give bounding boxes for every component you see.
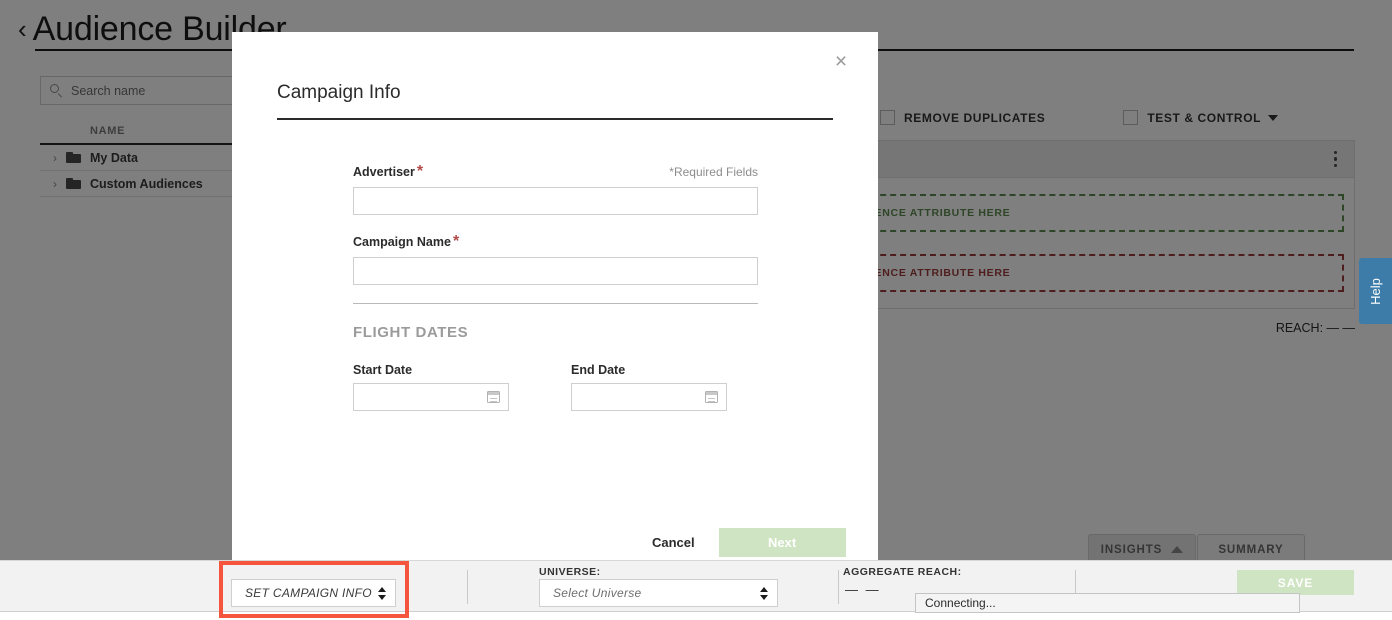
campaign-info-form: Advertiser * *Required Fields Campaign Na… bbox=[353, 163, 758, 411]
set-campaign-info-select[interactable]: SET CAMPAIGN INFO bbox=[231, 579, 396, 607]
modal-title-divider bbox=[277, 118, 833, 120]
start-date-input[interactable] bbox=[353, 383, 509, 411]
close-icon[interactable]: × bbox=[828, 48, 854, 74]
cancel-button[interactable]: Cancel bbox=[652, 535, 719, 550]
advertiser-label-row: Advertiser * *Required Fields bbox=[353, 163, 758, 181]
required-asterisk: * bbox=[452, 233, 460, 250]
campaign-name-label-row: Campaign Name * bbox=[353, 233, 758, 251]
universe-value: Select Universe bbox=[553, 586, 642, 600]
help-tab-label: Help bbox=[1368, 277, 1383, 305]
campaign-name-label: Campaign Name bbox=[353, 235, 451, 249]
required-asterisk: * bbox=[416, 163, 424, 180]
start-date-label: Start Date bbox=[353, 363, 413, 377]
flight-dates-row: Start Date End Date bbox=[353, 363, 758, 411]
end-date-label: End Date bbox=[571, 363, 626, 377]
universe-select[interactable]: Select Universe bbox=[539, 579, 778, 607]
end-date-field: End Date bbox=[571, 363, 727, 411]
start-date-field: Start Date bbox=[353, 363, 509, 411]
advertiser-label: Advertiser bbox=[353, 165, 415, 179]
status-toast: Connecting... bbox=[915, 593, 1300, 613]
advertiser-input[interactable] bbox=[353, 187, 758, 215]
campaign-info-modal: × Campaign Info Advertiser * *Required Fi… bbox=[232, 32, 878, 560]
campaign-name-label-wrap: Campaign Name * bbox=[353, 233, 459, 251]
aggregate-reach-label: AGGREGATE REACH: bbox=[843, 566, 962, 578]
flight-dates-divider bbox=[353, 303, 758, 304]
viewport-bottom-strip bbox=[0, 612, 1392, 620]
modal-actions: Cancel Next bbox=[652, 528, 846, 557]
universe-label: UNIVERSE: bbox=[539, 566, 601, 578]
campaign-name-input[interactable] bbox=[353, 257, 758, 285]
bottom-bar-divider bbox=[838, 570, 839, 604]
required-fields-note: *Required Fields bbox=[669, 165, 758, 179]
flight-dates-title: FLIGHT DATES bbox=[353, 324, 469, 341]
campaign-name-field-block: Campaign Name * bbox=[353, 233, 758, 285]
end-date-input[interactable] bbox=[571, 383, 727, 411]
aggregate-reach-value: — — bbox=[845, 582, 881, 597]
next-button[interactable]: Next bbox=[718, 528, 846, 557]
select-arrows-icon[interactable] bbox=[378, 586, 386, 600]
advertiser-label-wrap: Advertiser * bbox=[353, 163, 423, 181]
save-button[interactable]: SAVE bbox=[1237, 570, 1354, 595]
advertiser-field-block: Advertiser * *Required Fields bbox=[353, 163, 758, 215]
app-root: ‹ Audience Builder Search name NAME › My… bbox=[0, 0, 1392, 620]
calendar-icon[interactable] bbox=[705, 391, 718, 403]
select-arrows-icon[interactable] bbox=[760, 586, 768, 600]
help-tab[interactable]: Help bbox=[1359, 258, 1392, 324]
modal-title: Campaign Info bbox=[277, 82, 401, 103]
set-campaign-info-value: SET CAMPAIGN INFO bbox=[245, 586, 372, 600]
bottom-bar-divider bbox=[467, 570, 468, 604]
calendar-icon[interactable] bbox=[487, 391, 500, 403]
